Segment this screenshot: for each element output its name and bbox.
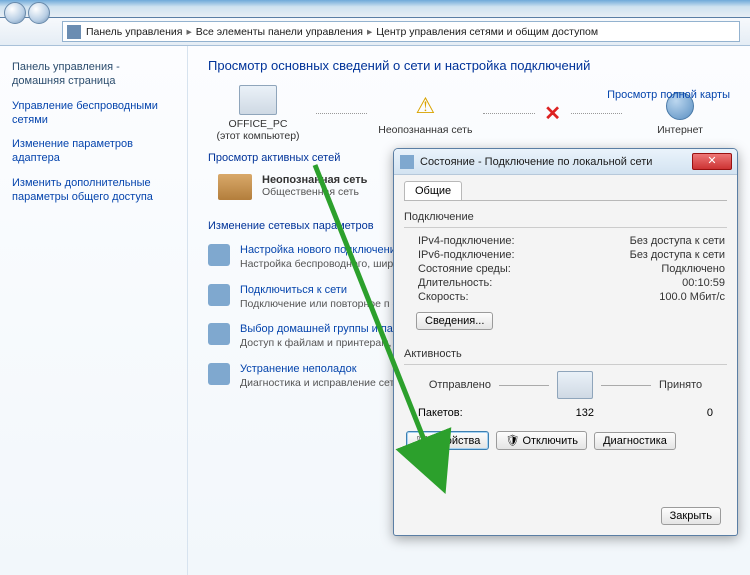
diagnostics-button[interactable]: Диагностика	[594, 432, 676, 450]
window-chrome	[0, 0, 750, 18]
kv-ipv4: IPv4-подключение:Без доступа к сети	[404, 234, 727, 248]
chevron-right-icon: ▸	[186, 26, 191, 38]
activity-graphic: Отправлено Принято	[404, 371, 727, 399]
active-network-type: Общественная сеть	[262, 186, 367, 198]
dialog-action-row: 🛡 Свойства 🛡 Отключить Диагностика	[404, 421, 727, 450]
nav-forward-button[interactable]	[28, 2, 50, 24]
kv-ipv6: IPv6-подключение:Без доступа к сети	[404, 248, 727, 262]
node-unknown-network[interactable]: ⚠ Неопознанная сеть	[375, 91, 475, 136]
node-this-pc[interactable]: OFFICE_PC (этот компьютер)	[208, 85, 308, 142]
packets-received: 0	[707, 407, 713, 419]
page-title: Просмотр основных сведений о сети и наст…	[208, 58, 730, 73]
received-label: Принято	[659, 379, 702, 391]
breadcrumb-item[interactable]: Панель управления	[86, 26, 182, 38]
nav-buttons	[4, 2, 50, 24]
sidebar-link-adapter[interactable]: Изменение параметров адаптера	[12, 137, 175, 166]
packet-counts: Пакетов: 132 0	[404, 405, 727, 421]
network-status-icon	[400, 155, 414, 169]
dialog-title: Состояние - Подключение по локальной сет…	[420, 156, 652, 168]
sidebar-link-wireless[interactable]: Управление беспроводными сетями	[12, 99, 175, 128]
group-activity-label: Активность	[404, 348, 727, 360]
divider	[404, 227, 727, 228]
divider	[404, 364, 727, 365]
homegroup-icon	[208, 323, 230, 345]
chevron-right-icon: ▸	[367, 26, 372, 38]
topology-line	[483, 113, 534, 114]
computer-icon	[239, 85, 277, 115]
sidebar-link-sharing[interactable]: Изменить дополнительные параметры общего…	[12, 176, 175, 205]
topology-line	[571, 113, 622, 114]
kv-duration: Длительность:00:10:59	[404, 276, 727, 290]
nav-back-button[interactable]	[4, 2, 26, 24]
control-panel-icon	[67, 25, 81, 39]
troubleshoot-icon	[208, 363, 230, 385]
breadcrumb-item[interactable]: Все элементы панели управления	[196, 26, 363, 38]
full-map-link[interactable]: Просмотр полной карты	[607, 89, 730, 101]
active-network-name: Неопознанная сеть	[262, 174, 367, 186]
status-dialog: Состояние - Подключение по локальной сет…	[393, 148, 738, 536]
sidebar: Панель управления - домашняя страница Уп…	[0, 46, 188, 575]
breadcrumb[interactable]: Панель управления ▸ Все элементы панели …	[62, 21, 740, 42]
details-button[interactable]: Сведения...	[416, 312, 493, 330]
kv-media: Состояние среды:Подключено	[404, 262, 727, 276]
activity-computer-icon	[557, 371, 593, 399]
dialog-titlebar[interactable]: Состояние - Подключение по локальной сет…	[394, 149, 737, 175]
topology-line	[316, 113, 367, 114]
packets-label: Пакетов:	[418, 407, 463, 419]
tab-general[interactable]: Общие	[404, 181, 462, 200]
kv-speed: Скорость:100.0 Мбит/с	[404, 290, 727, 304]
sidebar-title: Панель управления - домашняя страница	[12, 60, 175, 89]
group-connection-label: Подключение	[404, 211, 727, 223]
close-dialog-button[interactable]: Закрыть	[661, 507, 721, 525]
disconnected-icon: ✕	[543, 101, 563, 126]
breadcrumb-item[interactable]: Центр управления сетями и общим доступом	[376, 26, 598, 38]
warning-icon: ⚠	[406, 91, 444, 121]
connect-network-icon	[208, 284, 230, 306]
close-button[interactable]: ✕	[692, 153, 732, 170]
x-icon: ✕	[544, 103, 561, 125]
packets-sent: 132	[576, 407, 594, 419]
bench-icon	[218, 174, 252, 200]
tab-strip: Общие	[404, 181, 727, 201]
new-connection-icon	[208, 244, 230, 266]
breadcrumb-bar: Панель управления ▸ Все элементы панели …	[0, 18, 750, 46]
sent-label: Отправлено	[429, 379, 491, 391]
disable-button[interactable]: 🛡 Отключить	[496, 431, 587, 450]
properties-button[interactable]: 🛡 Свойства	[406, 431, 489, 450]
